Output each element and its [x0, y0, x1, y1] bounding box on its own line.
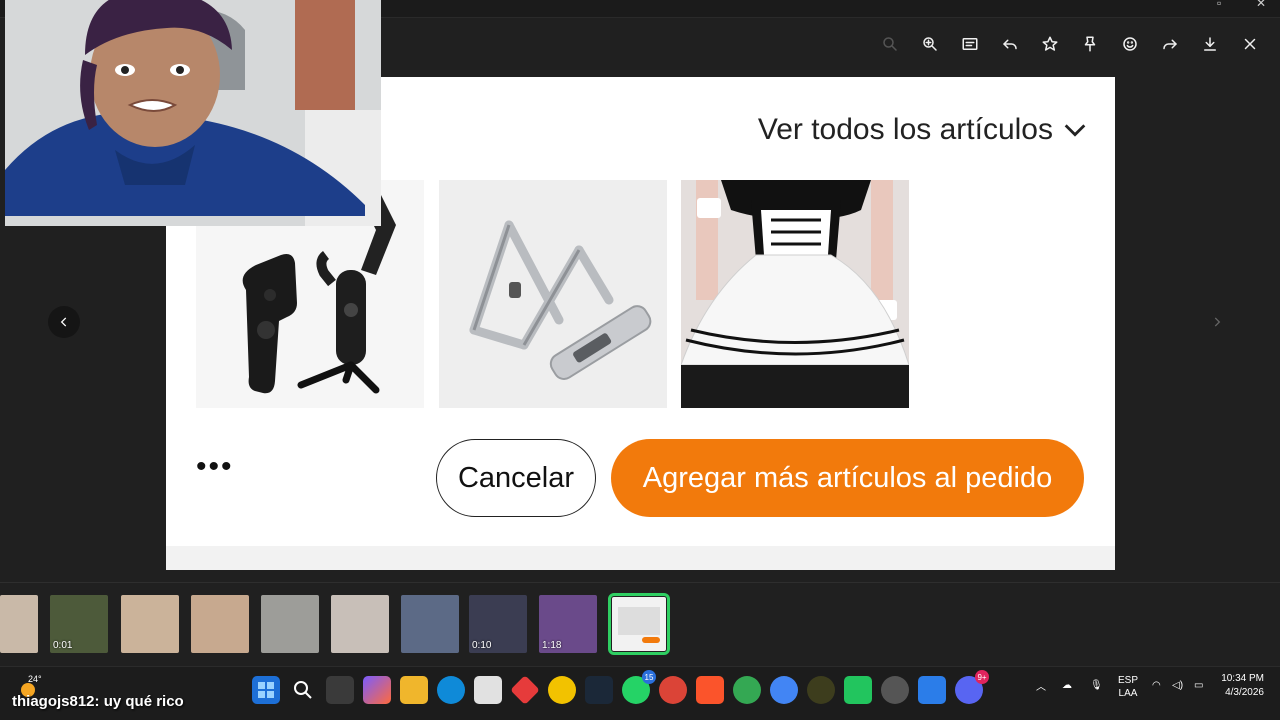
- wifi-icon[interactable]: ◠: [1152, 680, 1161, 720]
- pin-icon[interactable]: [1070, 28, 1110, 60]
- video-duration: 1:18: [542, 640, 562, 651]
- chevron-down-icon: [1064, 124, 1086, 137]
- zoom-out-icon[interactable]: [870, 28, 910, 60]
- app-icon[interactable]: [881, 676, 909, 704]
- filmstrip-thumb-selected[interactable]: [608, 593, 670, 655]
- filmstrip-thumb[interactable]: [0, 595, 38, 653]
- filmstrip-thumb[interactable]: [191, 595, 249, 653]
- stream-chat-message: thiagojs812: uy qué rico: [12, 693, 184, 710]
- chevron-right-icon: [1214, 317, 1221, 327]
- chrome-icon[interactable]: [659, 676, 687, 704]
- chrome-icon[interactable]: [733, 676, 761, 704]
- microsoft-store-icon[interactable]: [474, 676, 502, 704]
- system-clock[interactable]: 10:34 PM 4/3/2026: [1221, 672, 1264, 700]
- battery-icon[interactable]: ▭: [1194, 680, 1203, 720]
- windows-start-icon[interactable]: [252, 676, 280, 704]
- weather-temperature: 24°: [28, 674, 42, 684]
- whatsapp-icon[interactable]: 15: [622, 670, 656, 704]
- filmstrip-thumb[interactable]: [261, 595, 319, 653]
- onedrive-icon[interactable]: ☁: [1062, 680, 1072, 720]
- cancel-button[interactable]: Cancelar: [436, 439, 596, 517]
- emoji-icon[interactable]: [1110, 28, 1150, 60]
- chrome-icon[interactable]: [770, 676, 798, 704]
- chevron-up-icon[interactable]: ︿: [1036, 678, 1046, 720]
- keyboard-layout: LAA: [1118, 688, 1138, 699]
- app-icon[interactable]: [510, 675, 540, 705]
- window-close-icon[interactable]: ✕: [1256, 0, 1266, 10]
- whatsapp-badge: 15: [642, 670, 656, 684]
- language-indicator[interactable]: ESP LAA: [1118, 674, 1138, 720]
- chat-username: thiagojs812: [12, 693, 95, 710]
- video-duration: 0:01: [53, 640, 73, 651]
- view-all-label: Ver todos los artículos: [757, 113, 1053, 146]
- app-icon[interactable]: [548, 676, 576, 704]
- viewer-toolbar: [870, 28, 1270, 60]
- more-options-button[interactable]: •••: [196, 452, 234, 482]
- filmstrip-thumb[interactable]: 0:10: [469, 595, 527, 653]
- steam-icon[interactable]: [585, 676, 613, 704]
- add-more-items-button[interactable]: Agregar más artículos al pedido: [611, 439, 1084, 517]
- filmstrip-thumb[interactable]: 1:18: [539, 595, 597, 653]
- maximize-icon[interactable]: ▫: [1217, 0, 1221, 10]
- filmstrip-thumb[interactable]: [331, 595, 389, 653]
- volume-icon[interactable]: ◁): [1172, 680, 1183, 720]
- edge-icon[interactable]: [437, 676, 465, 704]
- whatsapp-media-viewer: ▫ ✕ Ver todos los artículos ••• Cancelar…: [0, 0, 1280, 720]
- language-code: ESP: [1118, 675, 1139, 686]
- slideshow-icon[interactable]: [950, 28, 990, 60]
- video-duration: 0:10: [472, 640, 492, 651]
- previous-media-button[interactable]: [48, 306, 80, 338]
- close-icon[interactable]: [1230, 28, 1270, 60]
- filmstrip-thumb[interactable]: [401, 595, 459, 653]
- webcam-overlay: [5, 0, 381, 226]
- microphone-icon[interactable]: 🎙: [1090, 680, 1103, 720]
- file-explorer-icon[interactable]: [400, 676, 428, 704]
- task-view-icon[interactable]: [326, 676, 354, 704]
- product-image-laptop-stand: [439, 180, 667, 408]
- clock-date: 4/3/2026: [1225, 687, 1264, 698]
- star-icon[interactable]: [1030, 28, 1070, 60]
- reply-icon[interactable]: [990, 28, 1030, 60]
- app-icon[interactable]: [807, 676, 835, 704]
- discord-icon[interactable]: 9+: [955, 670, 989, 704]
- search-icon[interactable]: [289, 676, 317, 704]
- filmstrip-thumb[interactable]: 0:01: [50, 595, 108, 653]
- next-media-button[interactable]: [1201, 306, 1233, 338]
- brave-icon[interactable]: [696, 676, 724, 704]
- chat-text: : uy qué rico: [94, 693, 184, 710]
- zoom-in-icon[interactable]: [910, 28, 950, 60]
- media-filmstrip: 0:01 0:10 1:18: [0, 582, 1280, 664]
- product-image-dress: [681, 180, 909, 408]
- copilot-icon[interactable]: [363, 676, 391, 704]
- app-icon[interactable]: [844, 676, 872, 704]
- filmstrip-thumb[interactable]: [121, 595, 179, 653]
- chevron-left-icon: [60, 317, 67, 327]
- view-all-items: Ver todos los artículos: [758, 113, 1089, 147]
- discord-badge: 9+: [975, 670, 989, 684]
- notepad-icon[interactable]: [918, 676, 946, 704]
- download-icon[interactable]: [1190, 28, 1230, 60]
- clock-time: 10:34 PM: [1221, 673, 1264, 684]
- forward-icon[interactable]: [1150, 28, 1190, 60]
- windows-taskbar: 15 9+: [0, 666, 1280, 720]
- card-bottom-strip: [166, 546, 1115, 570]
